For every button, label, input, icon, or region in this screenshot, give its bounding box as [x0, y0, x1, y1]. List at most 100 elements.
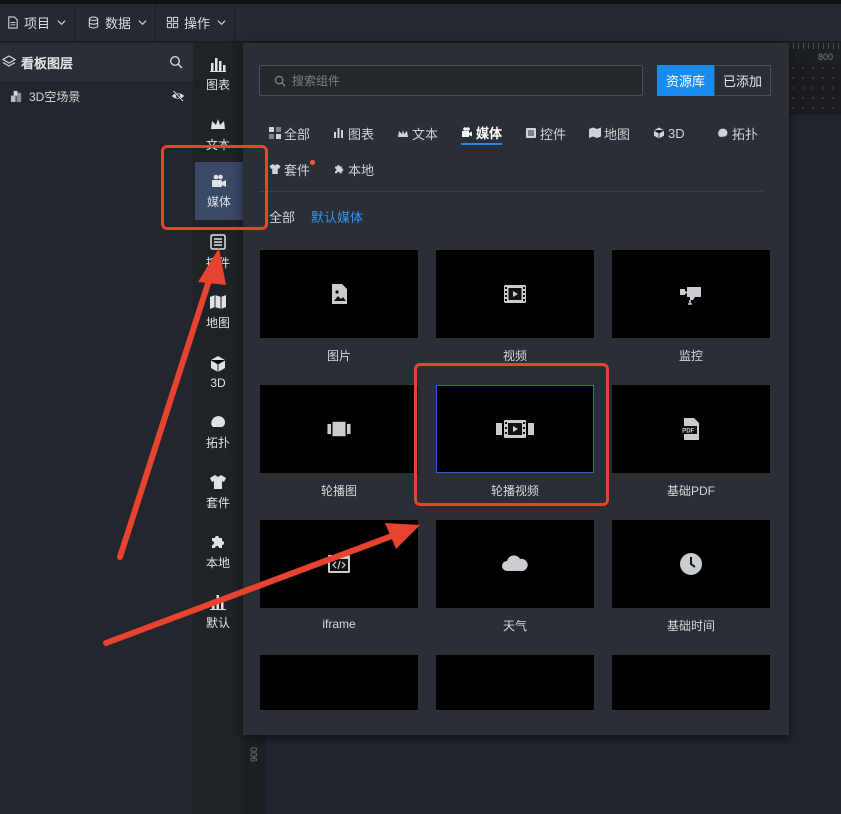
- topology-icon: [211, 416, 226, 427]
- component-card-calendar[interactable]: [260, 655, 418, 710]
- menu-project-label: 项目: [24, 16, 51, 31]
- component-card-carousel-video[interactable]: 轮播视频: [436, 385, 594, 499]
- card-thumbnail: [260, 385, 418, 473]
- ruler-left: 900: [243, 734, 267, 814]
- card-label: 轮播图: [320, 484, 357, 498]
- layers-panel: 看板图层 3D空场景: [0, 43, 193, 814]
- search-box[interactable]: [259, 65, 643, 96]
- card-thumbnail: PDF: [612, 385, 770, 473]
- sidebar-item-label: 默认: [205, 616, 230, 630]
- card-thumbnail: [260, 520, 418, 608]
- component-card-image[interactable]: 图片: [260, 250, 418, 364]
- file-icon: [8, 16, 18, 29]
- component-card-video[interactable]: 视频: [436, 250, 594, 364]
- tab-label: 媒体: [476, 125, 503, 141]
- tab-label: 套件: [284, 162, 311, 178]
- layers-icon: [2, 55, 16, 67]
- tab-map[interactable]: 地图: [589, 121, 630, 145]
- subtab-all[interactable]: 全部: [269, 207, 295, 226]
- card-label: 视频: [502, 349, 527, 363]
- component-card-timeline[interactable]: [612, 655, 770, 710]
- card-label: 图片: [326, 349, 351, 363]
- grid-icon: [269, 127, 281, 139]
- sidebar-item-label: 地图: [205, 316, 230, 330]
- component-card-stopwatch[interactable]: [436, 655, 594, 710]
- tab-label: 本地: [348, 162, 375, 178]
- chevron-down-icon: [138, 20, 147, 26]
- sidebar-item-default[interactable]: 默认: [193, 583, 243, 641]
- ruler-top-label: 800: [818, 52, 834, 62]
- sidebar-item-text[interactable]: 文本: [193, 105, 243, 163]
- ruler-left-label: 900: [249, 746, 259, 762]
- list-icon: [210, 234, 226, 250]
- tab-label: 3D: [668, 125, 685, 141]
- component-library-panel: 资源库 已添加 全部 图表 文本 媒体 控件 地图 3D: [243, 43, 789, 735]
- tab-topology[interactable]: 拓扑: [717, 121, 758, 145]
- list-icon: [526, 128, 536, 138]
- sidebar-item-topology[interactable]: 拓扑: [193, 403, 243, 461]
- sidebar-item-media[interactable]: 媒体: [195, 162, 243, 220]
- card-thumbnail: [436, 520, 594, 608]
- search-input[interactable]: [292, 73, 622, 88]
- tab-kit[interactable]: 套件: [269, 157, 316, 181]
- puzzle-icon: [335, 165, 344, 174]
- svg-text:PDF: PDF: [682, 429, 694, 435]
- pdf-icon: PDF: [681, 418, 699, 440]
- database-icon: [88, 16, 99, 29]
- component-card-pdf[interactable]: PDF 基础PDF: [612, 385, 770, 499]
- canvas-grid: [788, 63, 841, 115]
- ruler-ticks: [788, 43, 841, 49]
- tab-local[interactable]: 本地: [333, 157, 374, 181]
- sidebar-item-label: 图表: [205, 78, 230, 92]
- resource-library-button[interactable]: 资源库: [657, 65, 715, 96]
- image-file-icon: [332, 284, 347, 304]
- card-thumbnail: [612, 520, 770, 608]
- layer-row[interactable]: 3D空场景: [0, 81, 193, 111]
- menu-operate[interactable]: 操作: [156, 4, 236, 41]
- sidebar-item-chart[interactable]: 图表: [193, 45, 243, 103]
- sidebar-item-label: 套件: [205, 496, 230, 510]
- component-card-basic-time[interactable]: 基础时间: [612, 520, 770, 634]
- card-label: 监控: [678, 349, 703, 363]
- menu-data[interactable]: 数据: [75, 4, 157, 41]
- crown-icon: [398, 130, 408, 137]
- carousel-icon: [327, 421, 351, 437]
- sidebar-item-local[interactable]: 本地: [193, 523, 243, 581]
- bar-chart-icon: [210, 595, 226, 610]
- sidebar-item-control[interactable]: 控件: [193, 223, 243, 281]
- cube-icon: [210, 355, 226, 372]
- component-card-iframe[interactable]: iframe: [260, 520, 418, 631]
- sidebar-item-label: 文本: [205, 138, 230, 152]
- card-label: iframe: [322, 617, 356, 631]
- cctv-camera-icon: [680, 287, 701, 305]
- sidebar-item-map[interactable]: 地图: [193, 283, 243, 341]
- search-icon: [274, 75, 286, 87]
- grid-icon: [166, 16, 179, 29]
- menu-project[interactable]: 项目: [0, 4, 76, 41]
- added-button[interactable]: 已添加: [714, 65, 772, 96]
- component-card-monitor[interactable]: 监控: [612, 250, 770, 364]
- search-icon[interactable]: [169, 55, 183, 69]
- tab-chart[interactable]: 图表: [333, 121, 374, 145]
- cloud-icon: [502, 555, 528, 571]
- clock-icon: [680, 553, 702, 575]
- tab-label: 全部: [284, 126, 311, 142]
- component-card-weather[interactable]: 天气: [436, 520, 594, 634]
- sidebar-item-kit[interactable]: 套件: [193, 463, 243, 521]
- sidebar-item-3d[interactable]: 3D: [193, 343, 243, 401]
- tab-control[interactable]: 控件: [525, 121, 566, 145]
- sidebar-item-label: 媒体: [206, 195, 231, 209]
- tab-text[interactable]: 文本: [397, 121, 438, 145]
- card-thumbnail: [436, 385, 594, 473]
- tab-all[interactable]: 全部: [269, 121, 310, 145]
- eye-off-icon[interactable]: [171, 89, 185, 103]
- component-card-carousel[interactable]: 轮播图: [260, 385, 418, 499]
- camera-icon: [212, 174, 226, 187]
- tab-3d[interactable]: 3D: [653, 121, 685, 145]
- cube-icon: [653, 127, 665, 139]
- tab-media[interactable]: 媒体: [461, 121, 503, 145]
- topology-icon: [718, 128, 728, 137]
- bar-chart-icon: [210, 58, 226, 72]
- chevron-down-icon: [57, 20, 66, 26]
- subtab-default-media[interactable]: 默认媒体: [311, 207, 363, 226]
